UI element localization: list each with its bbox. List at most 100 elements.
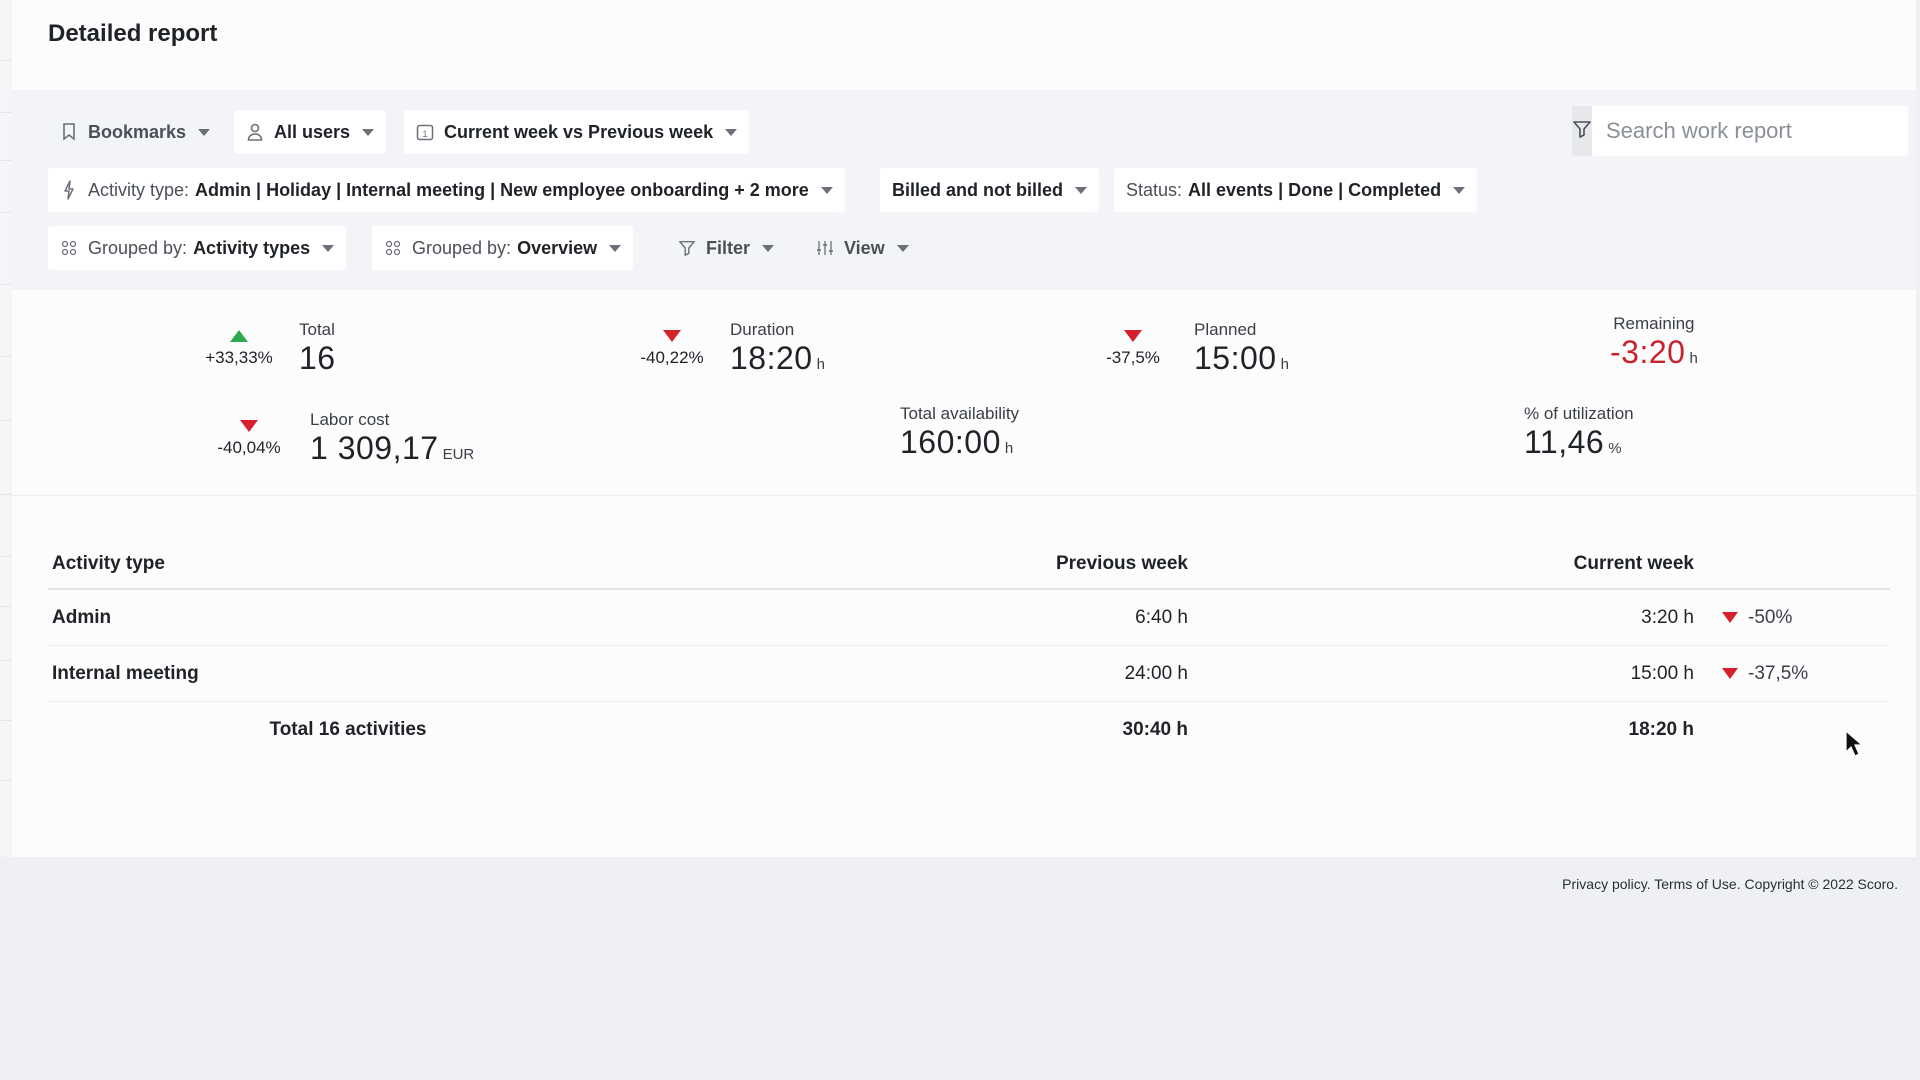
- kpi-utilization: % of utilization 11,46%: [1524, 404, 1634, 461]
- chevron-down-icon: [609, 244, 622, 252]
- filter-label: Filter: [706, 237, 751, 258]
- search-input[interactable]: [1592, 106, 1908, 156]
- billing-dropdown[interactable]: Billed and not billed: [880, 168, 1099, 212]
- row-previous: 6:40 h: [1135, 606, 1188, 628]
- report-page: Detailed report Bookmarks All users 1 Cu…: [12, 0, 1916, 857]
- grid-icon: [60, 239, 78, 257]
- bookmarks-dropdown[interactable]: Bookmarks: [48, 110, 222, 154]
- duration-delta-value: -40,22%: [640, 348, 704, 367]
- users-label: All users: [274, 121, 351, 142]
- planned-delta: -37,5%: [1088, 330, 1178, 368]
- sliders-icon: [816, 239, 834, 257]
- chevron-down-icon: [725, 128, 738, 136]
- status-value: All events | Done | Completed: [1188, 179, 1442, 200]
- users-dropdown[interactable]: All users: [234, 110, 387, 154]
- kpi-planned-value: 15:00: [1194, 340, 1277, 376]
- activity-table: Activity type Previous week Current week…: [48, 540, 1890, 758]
- group-by-activity-dropdown[interactable]: Grouped by: Activity types: [48, 226, 347, 270]
- table-header: Activity type Previous week Current week: [48, 540, 1890, 590]
- header-previous-week[interactable]: Previous week: [1056, 540, 1188, 588]
- bookmarks-label: Bookmarks: [88, 121, 187, 142]
- kpi-availability-unit: h: [1004, 440, 1014, 457]
- trend-down-icon: [663, 330, 681, 342]
- page-title: Detailed report: [48, 20, 218, 47]
- kpi-labor-cost: Labor cost 1 309,17 EUR: [310, 410, 474, 467]
- calendar-icon: 1: [416, 123, 434, 141]
- header-current-week[interactable]: Current week: [1574, 540, 1694, 588]
- row-name: Admin: [52, 606, 112, 628]
- left-edge: [0, 0, 12, 857]
- status-label: Status:: [1126, 179, 1183, 200]
- chevron-down-icon: [762, 244, 775, 252]
- kpi-remaining: Remaining -3:20 h: [1610, 314, 1698, 371]
- kpi-remaining-value: -3:20: [1610, 334, 1686, 370]
- view-dropdown[interactable]: View: [804, 226, 921, 270]
- total-delta: +33,33%: [194, 330, 284, 368]
- kpi-summary: +33,33% Total 16 -40,22% Duration 18:20 h…: [12, 290, 1916, 496]
- billing-label: Billed and not billed: [892, 179, 1063, 200]
- kpi-total-value: 16: [299, 340, 336, 376]
- status-dropdown[interactable]: Status: All events | Done | Completed: [1114, 168, 1478, 212]
- kpi-labor-cost-unit: EUR: [442, 446, 475, 463]
- total-previous: 30:40 h: [1122, 719, 1188, 740]
- kpi-planned-label: Planned: [1194, 320, 1257, 339]
- filter-icon: [1572, 119, 1592, 144]
- row-name: Internal meeting: [52, 662, 199, 684]
- kpi-utilization-value: 11,46: [1524, 424, 1605, 460]
- row-previous: 24:00 h: [1124, 662, 1188, 684]
- row-current: 3:20 h: [1641, 606, 1694, 628]
- row-delta-value: -37,5%: [1748, 662, 1809, 684]
- header-activity-type[interactable]: Activity type: [52, 540, 165, 588]
- filter-bar: Bookmarks All users 1 Current week vs Pr…: [12, 90, 1916, 290]
- total-delta-value: +33,33%: [205, 348, 273, 367]
- trend-down-icon: [1722, 668, 1738, 679]
- kpi-duration-label: Duration: [730, 320, 795, 339]
- period-label: Current week vs Previous week: [444, 121, 714, 142]
- chevron-down-icon: [896, 244, 909, 252]
- group2-label: Grouped by:: [412, 237, 512, 258]
- group-by-overview-dropdown[interactable]: Grouped by: Overview: [372, 226, 634, 270]
- duration-delta: -40,22%: [627, 330, 717, 368]
- activity-type-dropdown[interactable]: Activity type: Admin | Holiday | Interna…: [48, 168, 845, 212]
- kpi-availability: Total availability 160:00 h: [900, 404, 1019, 461]
- row-delta: -50%: [1722, 590, 1792, 645]
- trend-down-icon: [1124, 330, 1142, 342]
- filter-dropdown[interactable]: Filter: [666, 226, 786, 270]
- view-label: View: [844, 237, 885, 258]
- bookmark-icon: [60, 123, 78, 141]
- group1-label: Grouped by:: [88, 237, 188, 258]
- total-current: 18:20 h: [1628, 719, 1694, 740]
- filter-icon: [678, 239, 696, 257]
- chevron-down-icon: [198, 128, 211, 136]
- period-dropdown[interactable]: 1 Current week vs Previous week: [404, 110, 750, 154]
- chevron-down-icon: [322, 244, 335, 252]
- total-label: Total 16 activities: [269, 719, 427, 740]
- search-filter-button[interactable]: [1572, 106, 1592, 156]
- chevron-down-icon: [1453, 186, 1466, 194]
- kpi-utilization-label: % of utilization: [1524, 404, 1634, 423]
- group1-value: Activity types: [193, 237, 311, 258]
- footer-links[interactable]: Privacy policy. Terms of Use. Copyright …: [1562, 876, 1898, 892]
- activity-type-label: Activity type:: [88, 179, 190, 200]
- kpi-availability-label: Total availability: [900, 404, 1020, 423]
- kpi-total: Total 16: [299, 320, 336, 377]
- row-delta: -37,5%: [1722, 646, 1808, 701]
- search-box: [1572, 106, 1908, 156]
- group2-value: Overview: [517, 237, 598, 258]
- labor-cost-delta: -40,04%: [204, 420, 294, 458]
- kpi-planned-unit: h: [1280, 356, 1289, 373]
- chevron-down-icon: [820, 186, 833, 194]
- table-row[interactable]: Admin 6:40 h 3:20 h -50%: [48, 590, 1890, 646]
- trend-up-icon: [230, 330, 248, 342]
- kpi-labor-cost-label: Labor cost: [310, 410, 390, 429]
- user-icon: [246, 123, 264, 141]
- table-total-row: Total 16 activities 30:40 h 18:20 h: [48, 702, 1890, 758]
- mouse-cursor-icon: [1844, 729, 1864, 763]
- chevron-down-icon: [1075, 186, 1087, 194]
- table-row[interactable]: Internal meeting 24:00 h 15:00 h -37,5%: [48, 646, 1890, 702]
- svg-text:1: 1: [422, 129, 427, 139]
- row-delta-value: -50%: [1748, 606, 1793, 628]
- kpi-remaining-label: Remaining: [1613, 314, 1695, 333]
- scrollbar-track[interactable]: [1916, 0, 1920, 857]
- kpi-availability-value: 160:00: [900, 424, 1001, 460]
